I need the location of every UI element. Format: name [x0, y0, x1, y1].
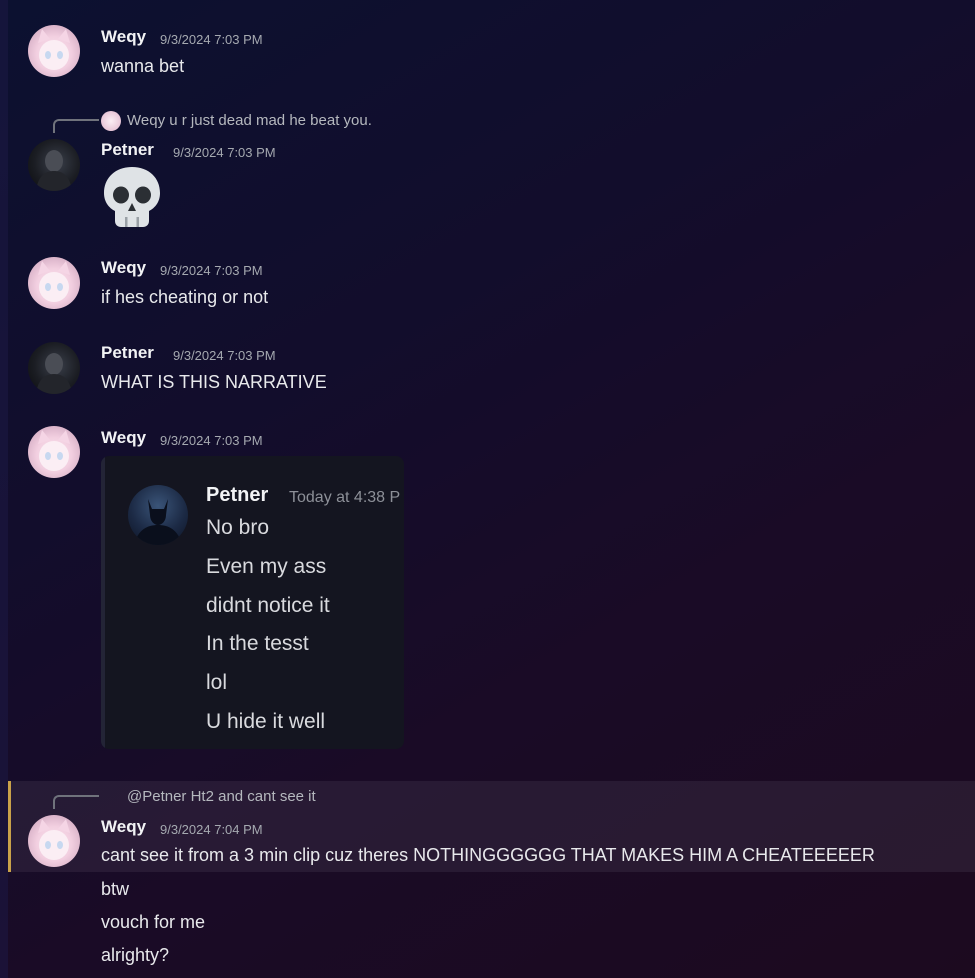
- skull-emoji-icon: [104, 167, 160, 227]
- username[interactable]: Petner: [101, 140, 154, 160]
- petner-avatar[interactable]: [28, 139, 80, 191]
- message-text: vouch for me: [101, 912, 206, 932]
- embedded-line: Even my ass: [206, 555, 327, 578]
- reply-connector: [53, 795, 99, 809]
- image-attachment[interactable]: Petner Today at 4:38 P No bro Even my as…: [101, 456, 404, 749]
- message-text: cant see it from a 3 min clip cuz theres…: [101, 845, 875, 865]
- timestamp: 9/3/2024 7:04 PM: [160, 822, 263, 837]
- embedded-line: In the tesst: [206, 632, 309, 655]
- timestamp: 9/3/2024 7:03 PM: [173, 145, 276, 160]
- reply-preview[interactable]: Weqy u r just dead mad he beat you.: [127, 112, 372, 129]
- weqy-avatar[interactable]: [28, 257, 80, 309]
- username[interactable]: Weqy: [101, 258, 146, 278]
- weqy-avatar[interactable]: [28, 815, 80, 867]
- message-text: wanna bet: [101, 56, 185, 76]
- channel-left-edge: [0, 0, 8, 978]
- reply-author[interactable]: @Petner: [127, 788, 186, 805]
- embedded-avatar: [128, 485, 188, 545]
- username[interactable]: Weqy: [101, 817, 146, 837]
- embedded-line: didnt notice it: [206, 594, 330, 617]
- timestamp: 9/3/2024 7:03 PM: [173, 348, 276, 363]
- petner-avatar[interactable]: [28, 342, 80, 394]
- reply-preview[interactable]: @Petner Ht2 and cant see it: [127, 788, 316, 805]
- message-text: if hes cheating or not: [101, 287, 269, 307]
- timestamp: 9/3/2024 7:03 PM: [160, 263, 263, 278]
- timestamp: 9/3/2024 7:03 PM: [160, 433, 263, 448]
- embedded-line: No bro: [206, 516, 270, 539]
- username[interactable]: Weqy: [101, 428, 146, 448]
- embedded-line: lol: [206, 671, 228, 694]
- reply-connector: [53, 119, 99, 133]
- username[interactable]: Petner: [101, 343, 154, 363]
- weqy-avatar[interactable]: [28, 426, 80, 478]
- message-text: alrighty?: [101, 945, 170, 965]
- message-text: btw: [101, 879, 130, 899]
- timestamp: 9/3/2024 7:03 PM: [160, 32, 263, 47]
- embedded-username: Petner: [206, 484, 269, 506]
- weqy-avatar[interactable]: [28, 25, 80, 77]
- embedded-line: U hide it well: [206, 710, 326, 733]
- message-text: WHAT IS THIS NARRATIVE: [101, 372, 327, 392]
- reply-avatar[interactable]: [101, 787, 121, 807]
- reply-text: Ht2 and cant see it: [190, 788, 316, 805]
- username[interactable]: Weqy: [101, 27, 146, 47]
- reply-text: u r just dead mad he beat you.: [169, 112, 372, 129]
- reply-author[interactable]: Weqy: [127, 112, 165, 129]
- reply-avatar[interactable]: [101, 111, 121, 131]
- embed-accent-bar: [101, 456, 105, 749]
- embedded-timestamp: Today at 4:38 P: [289, 489, 401, 506]
